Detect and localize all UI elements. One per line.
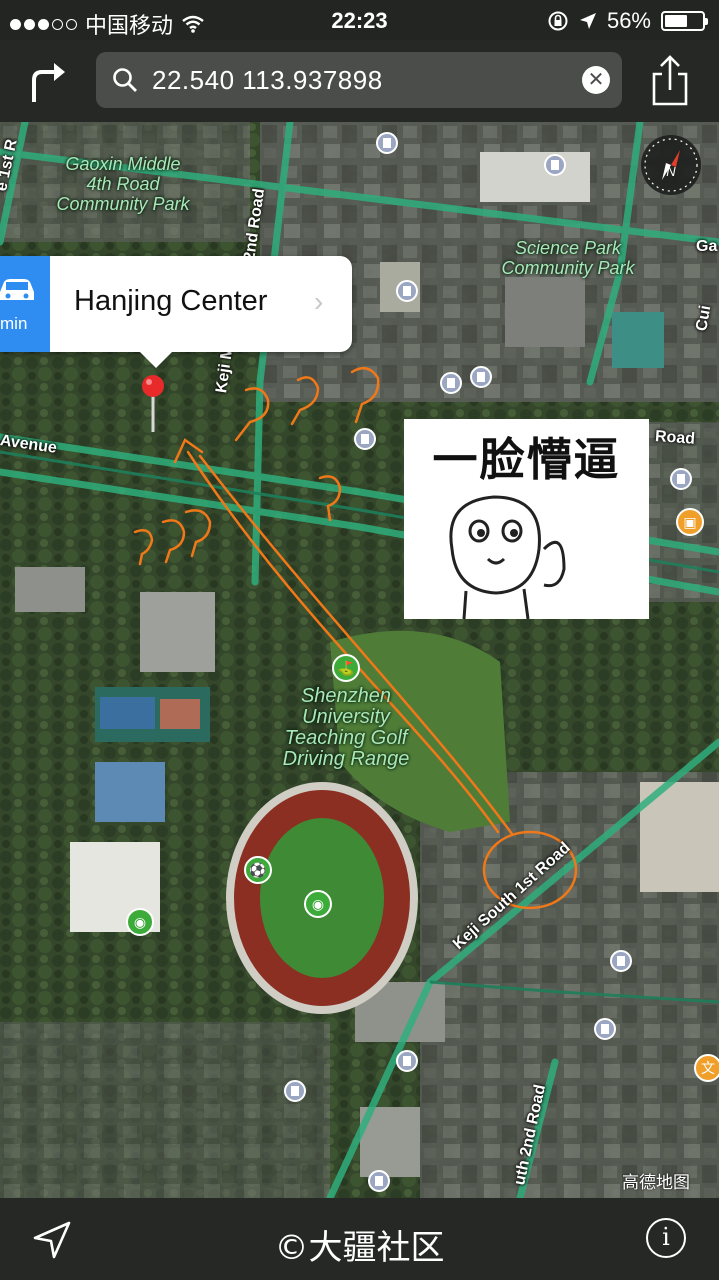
- building-poi-icon[interactable]: [354, 428, 376, 450]
- battery-icon: [661, 11, 708, 31]
- landmark-poi-icon[interactable]: 文: [694, 1054, 719, 1082]
- drive-time-label: min: [0, 314, 28, 333]
- bottom-toolbar: ©大疆社区 i: [0, 1198, 719, 1280]
- stadium-poi-icon[interactable]: ◉: [126, 908, 154, 936]
- svg-text:N: N: [666, 164, 676, 179]
- share-icon[interactable]: [648, 54, 692, 108]
- turn-right-arrow-icon[interactable]: [26, 56, 70, 104]
- clear-icon[interactable]: ✕: [582, 66, 610, 94]
- meme-sticker: 一脸懵逼: [404, 419, 649, 619]
- map-pin-icon[interactable]: [140, 374, 166, 434]
- chevron-right-icon[interactable]: ›: [314, 286, 323, 318]
- battery-percent: 56%: [606, 8, 651, 33]
- search-icon: [113, 68, 137, 92]
- park-label-science: Science Park Community Park: [501, 238, 635, 278]
- road-label-top-right: Road: [654, 428, 696, 448]
- stadium-poi-icon[interactable]: ◉: [304, 890, 332, 918]
- hotel-poi-icon[interactable]: ▣: [676, 508, 704, 536]
- building-poi-icon[interactable]: [396, 1050, 418, 1072]
- search-input[interactable]: 22.540 113.937898: [152, 65, 383, 96]
- building-poi-icon[interactable]: [544, 154, 566, 176]
- info-icon[interactable]: i: [646, 1218, 686, 1258]
- building-poi-icon[interactable]: [594, 1018, 616, 1040]
- map-provider-label: 高德地图: [622, 1173, 690, 1192]
- location-arrow-icon: [579, 13, 596, 29]
- building-poi-icon[interactable]: [368, 1170, 390, 1192]
- building-poi-icon[interactable]: [440, 372, 462, 394]
- place-callout[interactable]: min Hanjing Center ›: [0, 256, 352, 368]
- compass-icon[interactable]: N: [640, 134, 702, 196]
- building-poi-icon[interactable]: [670, 468, 692, 490]
- rotation-lock-icon: [548, 11, 568, 31]
- status-bar: 中国移动 22:23 56%: [0, 0, 719, 40]
- road-label-edge-ga: Ga: [696, 238, 718, 255]
- drive-time-button[interactable]: min: [0, 256, 50, 352]
- car-icon: [0, 279, 34, 300]
- building-poi-icon[interactable]: [396, 280, 418, 302]
- watermark-text: ©大疆社区: [274, 1228, 445, 1268]
- building-poi-icon[interactable]: [284, 1080, 306, 1102]
- satellite-map[interactable]: Gaoxin Middle 4th Road Community Park Scie…: [0, 122, 719, 1198]
- building-poi-icon[interactable]: [610, 950, 632, 972]
- park-label-gaoxin: Gaoxin Middle 4th Road Community Park: [56, 154, 190, 214]
- top-toolbar: 22.540 113.937898 ✕: [0, 40, 719, 122]
- place-name: Hanjing Center: [74, 285, 268, 317]
- sports-poi-icon[interactable]: ⚽: [244, 856, 272, 884]
- building-poi-icon[interactable]: [470, 366, 492, 388]
- search-bar[interactable]: 22.540 113.937898 ✕: [96, 52, 622, 108]
- confused-face-icon: [449, 495, 566, 619]
- golf-label: Shenzhen University Teaching Golf Driving R…: [282, 685, 410, 770]
- golf-poi-icon[interactable]: ⛳: [332, 654, 360, 682]
- building-poi-icon[interactable]: [376, 132, 398, 154]
